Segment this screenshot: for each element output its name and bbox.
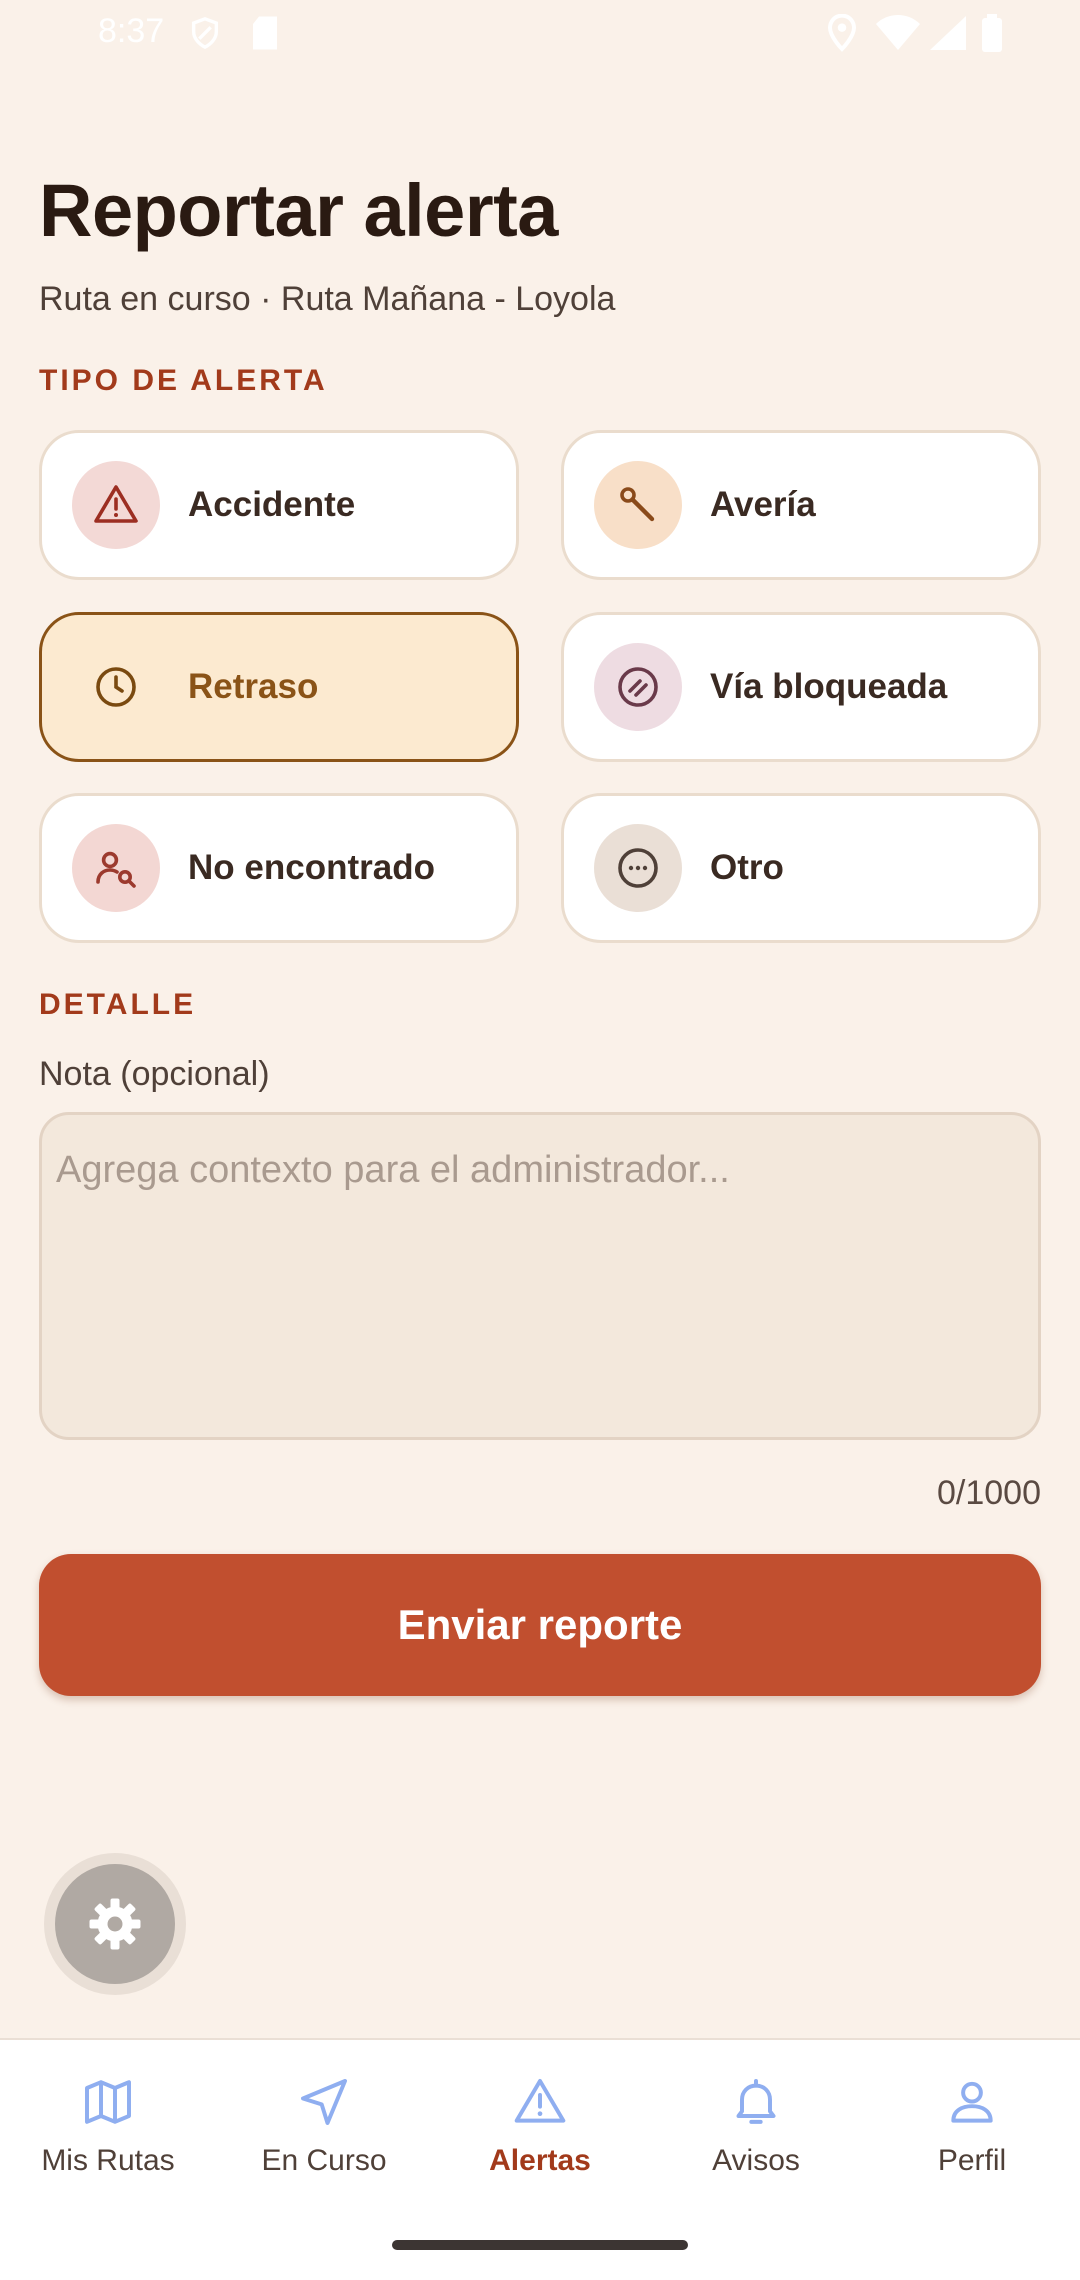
note-input[interactable] bbox=[39, 1112, 1041, 1440]
alert-type-retraso[interactable]: Retraso bbox=[39, 612, 519, 762]
person-icon bbox=[951, 2081, 993, 2123]
nav-item-perfil[interactable]: Perfil bbox=[864, 2074, 1080, 2214]
section-label-detail: DETALLE bbox=[39, 988, 197, 1021]
nav-item-avisos[interactable]: Avisos bbox=[648, 2074, 864, 2214]
page-title: Reportar alerta bbox=[39, 169, 558, 252]
alert-type-label: Retraso bbox=[188, 667, 319, 706]
warning-icon bbox=[514, 2079, 566, 2123]
alert-type-no-encontrado[interactable]: No encontrado bbox=[39, 793, 519, 943]
bell-icon bbox=[736, 2079, 776, 2124]
nav-label: En Curso bbox=[261, 2144, 387, 2177]
section-label-alert-type: TIPO DE ALERTA bbox=[39, 364, 328, 397]
alert-type-via-bloqueada[interactable]: Vía bloqueada bbox=[561, 612, 1041, 762]
nav-label: Perfil bbox=[937, 2144, 1007, 2177]
submit-report-button[interactable]: Enviar reporte bbox=[39, 1554, 1041, 1696]
signal-icon bbox=[930, 16, 966, 50]
clock-icon bbox=[72, 643, 160, 731]
nav-label: Alertas bbox=[489, 2144, 591, 2177]
wrench-icon bbox=[594, 461, 682, 549]
alert-type-accidente[interactable]: Accidente bbox=[39, 430, 519, 580]
status-time: 8:37 bbox=[98, 12, 165, 50]
battery-icon bbox=[982, 14, 1002, 52]
navigation-icon bbox=[301, 2079, 347, 2125]
blocked-icon bbox=[594, 643, 682, 731]
alert-type-averia[interactable]: Avería bbox=[561, 430, 1041, 580]
settings-fab[interactable] bbox=[44, 1853, 186, 1995]
wifi-icon bbox=[876, 15, 920, 50]
person-search-icon bbox=[72, 824, 160, 912]
character-counter: 0/1000 bbox=[937, 1474, 1041, 1512]
nav-label: Avisos bbox=[712, 2144, 800, 2177]
sd-card-icon bbox=[253, 16, 277, 50]
more-icon bbox=[594, 824, 682, 912]
nav-item-en-curso[interactable]: En Curso bbox=[216, 2074, 432, 2214]
note-label: Nota (opcional) bbox=[39, 1055, 270, 1093]
nav-label: Mis Rutas bbox=[41, 2144, 175, 2177]
alert-type-label: No encontrado bbox=[188, 848, 435, 887]
alert-type-otro[interactable]: Otro bbox=[561, 793, 1041, 943]
alert-type-label: Otro bbox=[710, 848, 784, 887]
alert-type-label: Avería bbox=[710, 485, 816, 524]
warning-icon bbox=[72, 461, 160, 549]
shield-icon bbox=[191, 17, 219, 50]
map-icon bbox=[85, 2080, 131, 2124]
alert-type-label: Vía bloqueada bbox=[710, 667, 948, 706]
alert-type-label: Accidente bbox=[188, 485, 356, 524]
home-indicator[interactable] bbox=[392, 2240, 688, 2250]
status-bar: 8:37 bbox=[0, 0, 1080, 66]
location-icon bbox=[827, 14, 857, 52]
route-subtitle: Ruta en curso · Ruta Mañana - Loyola bbox=[39, 280, 616, 318]
gear-icon bbox=[55, 1864, 175, 1984]
nav-item-alertas[interactable]: Alertas bbox=[432, 2074, 648, 2214]
nav-item-mis-rutas[interactable]: Mis Rutas bbox=[0, 2074, 216, 2214]
